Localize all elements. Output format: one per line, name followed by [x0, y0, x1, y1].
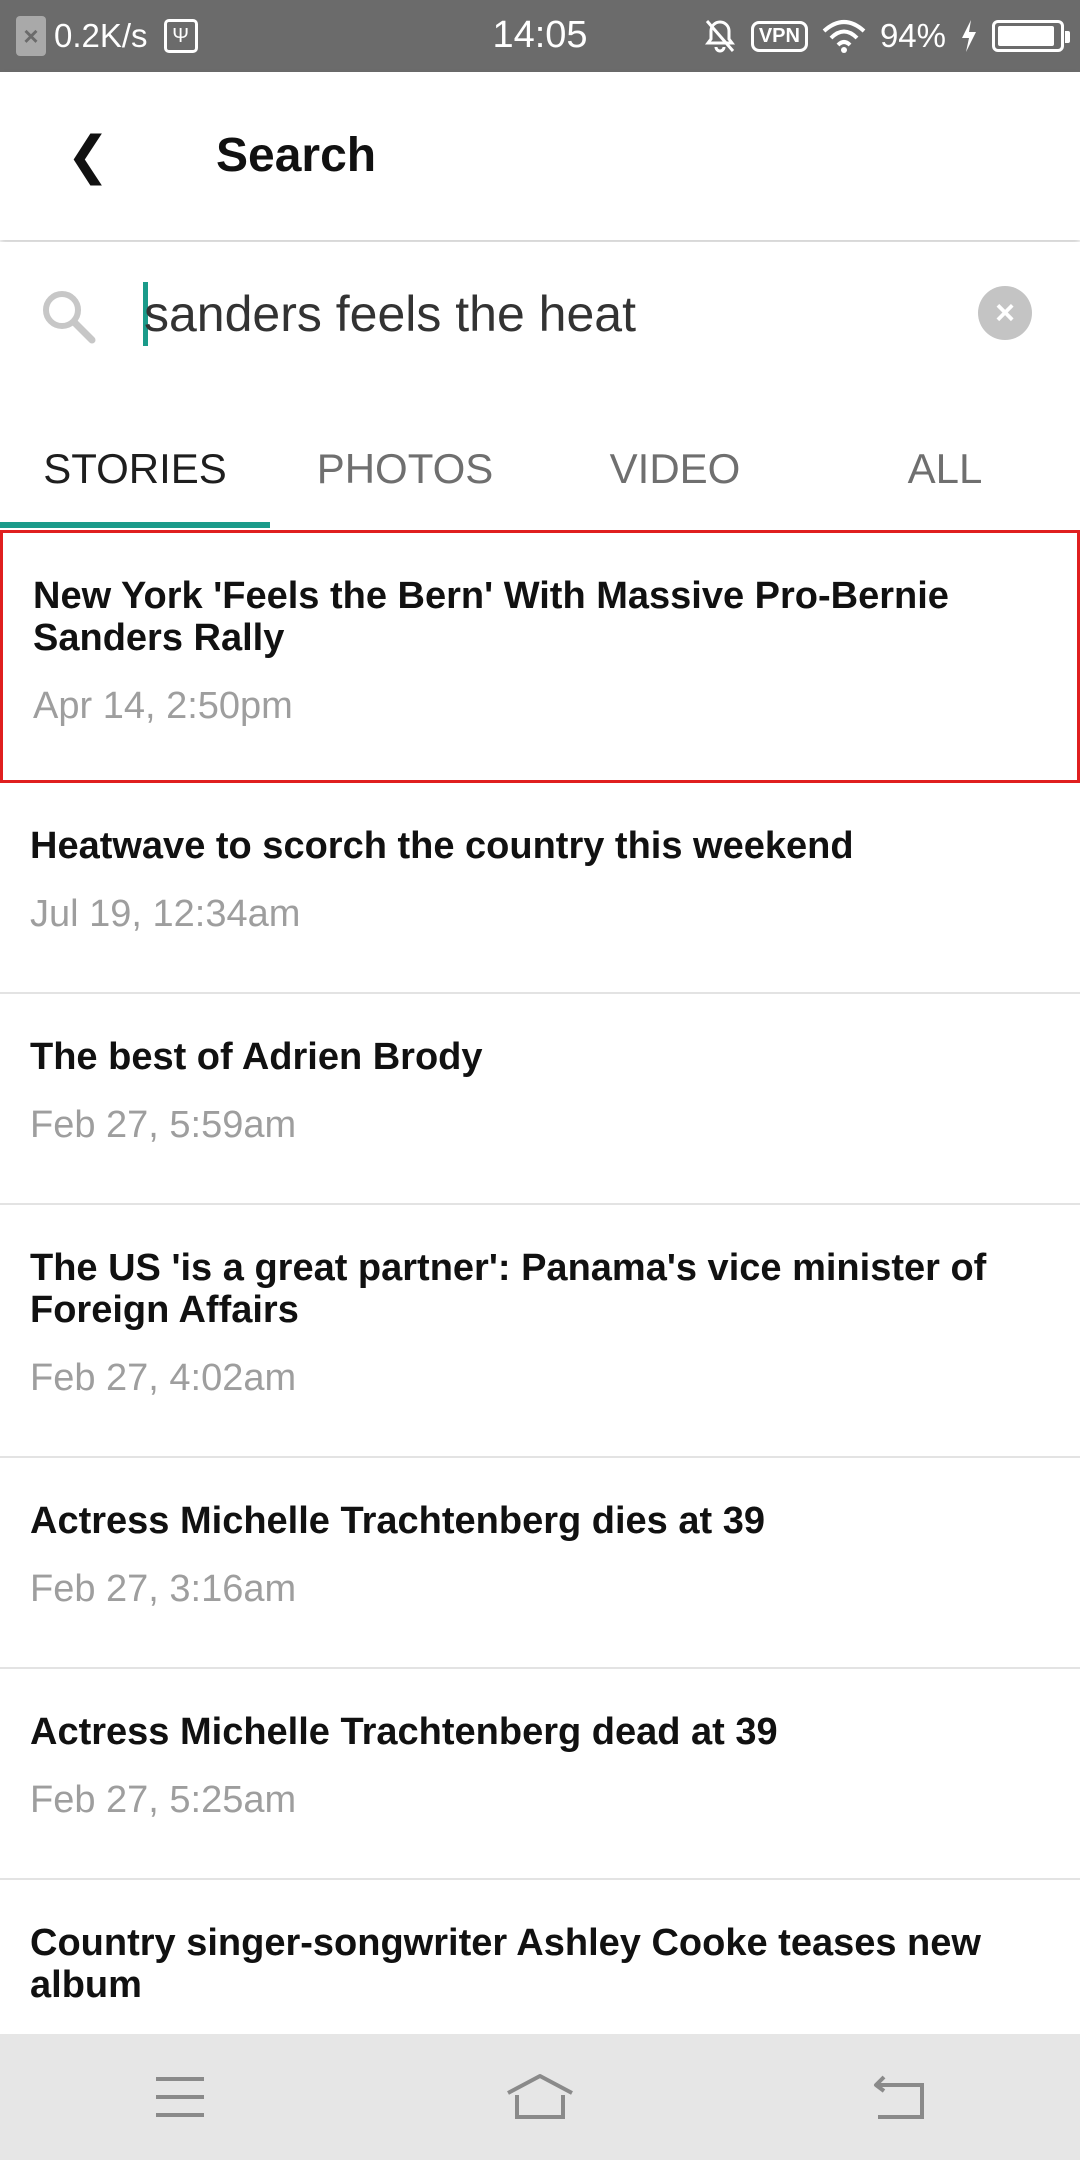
- story-title: Heatwave to scorch the country this week…: [30, 825, 854, 867]
- list-item[interactable]: The best of Adrien Brody Feb 27, 5:59am: [0, 994, 1080, 1205]
- wifi-icon: [822, 20, 866, 53]
- menu-icon: [156, 2077, 204, 2117]
- home-button[interactable]: [485, 2057, 595, 2137]
- tab-bar: STORIES PHOTOS VIDEO ALL: [0, 410, 1080, 528]
- story-time: Jul 19, 12:34am: [30, 893, 301, 935]
- battery-level: [998, 26, 1055, 46]
- story-title: Actress Michelle Trachtenberg dead at 39: [30, 1711, 778, 1753]
- vpn-icon: VPN: [750, 20, 808, 52]
- tab-photos[interactable]: PHOTOS: [270, 410, 540, 528]
- story-title: New York 'Feels the Bern' With Massive P…: [33, 575, 949, 659]
- story-time: Feb 27, 4:02am: [30, 1357, 297, 1399]
- story-title: Actress Michelle Trachtenberg dies at 39: [30, 1500, 765, 1542]
- bell-off-icon: [704, 20, 735, 53]
- tab-stories[interactable]: STORIES: [0, 410, 270, 528]
- charging-icon: [962, 20, 976, 52]
- tab-video[interactable]: VIDEO: [540, 410, 810, 528]
- back-icon: [874, 2075, 924, 2119]
- story-time: Feb 27, 5:25am: [30, 1779, 297, 1821]
- search-icon: [43, 291, 96, 344]
- page-title: Search: [216, 129, 377, 182]
- clear-search-button[interactable]: ×: [978, 286, 1032, 340]
- list-item[interactable]: New York 'Feels the Bern' With Massive P…: [0, 530, 1080, 783]
- status-right: VPN 94%: [703, 0, 1070, 72]
- list-item[interactable]: The US 'is a great partner': Panama's vi…: [0, 1205, 1080, 1458]
- app-bar: ❮ Search: [0, 72, 1080, 240]
- clear-icon: ×: [995, 293, 1015, 332]
- battery-percent: 94%: [879, 17, 946, 54]
- list-item[interactable]: Actress Michelle Trachtenberg dead at 39…: [0, 1669, 1080, 1880]
- list-item[interactable]: Heatwave to scorch the country this week…: [0, 783, 1080, 994]
- list-item[interactable]: Actress Michelle Trachtenberg dies at 39…: [0, 1458, 1080, 1669]
- list-item[interactable]: Country singer-songwriter Ashley Cooke t…: [0, 1880, 1080, 2040]
- system-nav-bar: [0, 2034, 1080, 2160]
- back-button[interactable]: ❮: [48, 116, 128, 196]
- home-icon: [507, 2074, 573, 2119]
- story-title: The US 'is a great partner': Panama's vi…: [30, 1247, 987, 1331]
- battery-icon: [992, 20, 1070, 52]
- search-input[interactable]: [144, 278, 944, 350]
- tab-all[interactable]: ALL: [810, 410, 1080, 528]
- status-bar: × 0.2K/s Ψ 14:05 VPN 94%: [0, 0, 1080, 72]
- story-time: Feb 27, 3:16am: [30, 1568, 297, 1610]
- back-chevron-icon: ❮: [66, 127, 110, 185]
- story-title: Country singer-songwriter Ashley Cooke t…: [30, 1922, 981, 2006]
- story-list: New York 'Feels the Bern' With Massive P…: [0, 530, 1080, 2040]
- nav-back-button[interactable]: [845, 2057, 955, 2137]
- story-time: Feb 27, 5:59am: [30, 1104, 297, 1146]
- menu-button[interactable]: [125, 2057, 235, 2137]
- story-time: Apr 14, 2:50pm: [33, 685, 293, 727]
- story-title: The best of Adrien Brody: [30, 1036, 483, 1078]
- search-bar: [0, 242, 1080, 382]
